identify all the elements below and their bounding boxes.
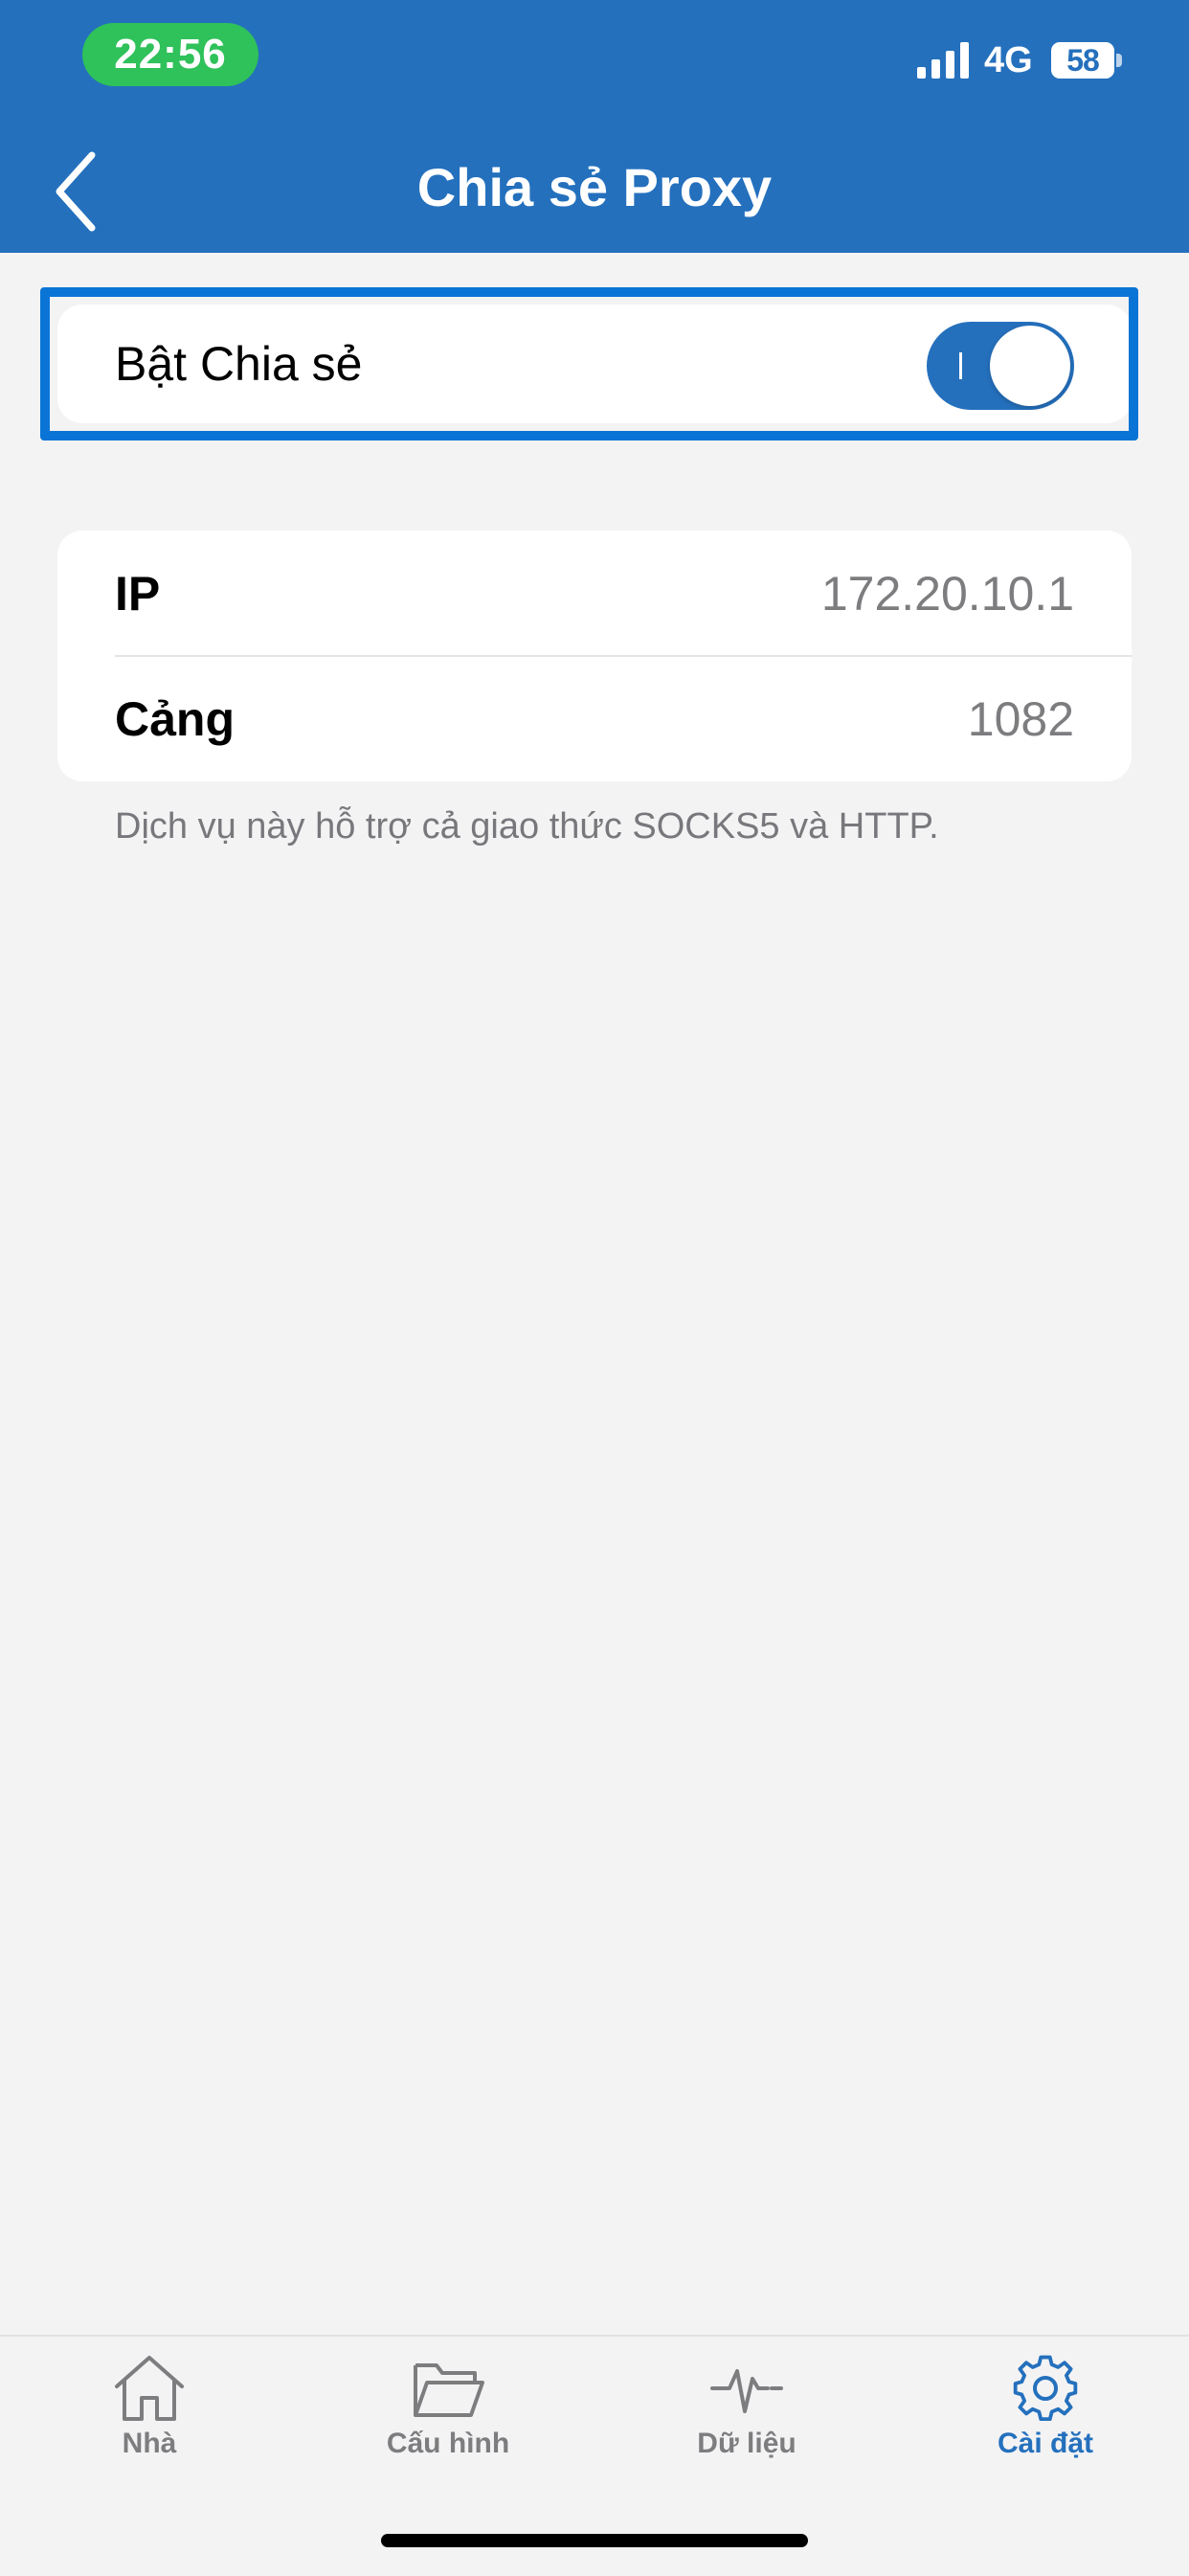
network-type: 4G: [984, 40, 1033, 80]
battery-icon: 58: [1051, 42, 1114, 79]
battery-level: 58: [1066, 43, 1100, 78]
tab-settings[interactable]: Cài đặt: [940, 2354, 1151, 2488]
ip-value: 172.20.10.1: [820, 567, 1074, 621]
port-row: Cảng 1082: [57, 656, 1132, 781]
status-time: 22:56: [82, 23, 258, 86]
page-title: Chia sẻ Proxy: [416, 157, 773, 217]
home-indicator: [381, 2534, 808, 2547]
battery-cap: [1116, 54, 1122, 67]
status-indicators: 4G 58: [917, 40, 1137, 80]
gear-icon: [1013, 2355, 1078, 2422]
tab-config-label: Cấu hình: [386, 2428, 510, 2459]
protocol-footnote: Dịch vụ này hỗ trợ cả giao thức SOCKS5 v…: [115, 806, 939, 847]
port-value: 1082: [967, 692, 1074, 746]
home-icon: [115, 2356, 184, 2421]
tab-home-label: Nhà: [122, 2428, 177, 2459]
cellular-signal-icon: [917, 42, 969, 79]
tab-home[interactable]: Nhà: [44, 2354, 255, 2488]
tab-settings-label: Cài đặt: [997, 2428, 1094, 2459]
tab-config[interactable]: Cấu hình: [343, 2354, 553, 2488]
proxy-info-card: IP 172.20.10.1 Cảng 1082: [57, 531, 1132, 781]
folder-icon: [414, 2363, 484, 2417]
tab-data-label: Dữ liệu: [697, 2428, 796, 2459]
highlight-frame: [40, 287, 1138, 441]
tab-data[interactable]: Dữ liệu: [641, 2354, 852, 2488]
port-label: Cảng: [115, 692, 235, 746]
ip-row: IP 172.20.10.1: [57, 531, 1132, 657]
ip-label: IP: [115, 567, 161, 621]
nav-header: 22:56 4G 58 Chia sẻ Proxy: [0, 0, 1189, 253]
pulse-icon: [710, 2369, 783, 2413]
